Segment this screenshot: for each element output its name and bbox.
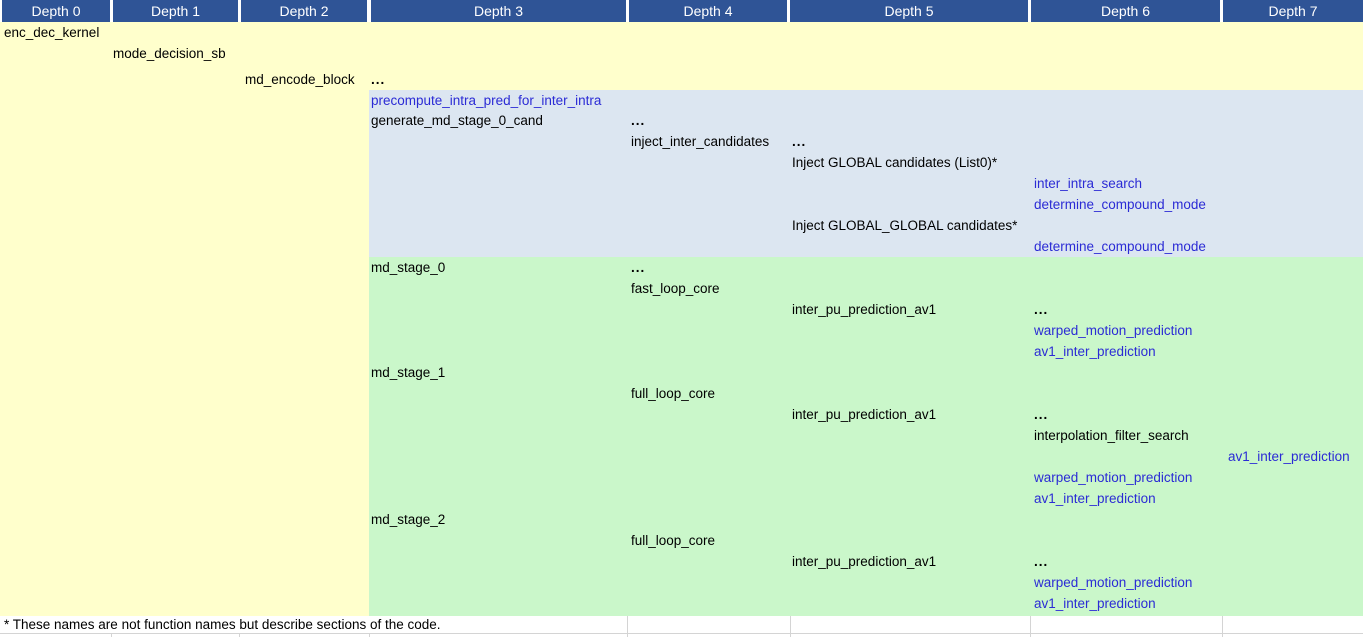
header-depth-6: Depth 6 — [1031, 0, 1220, 22]
function-cell: inter_pu_prediction_av1 — [792, 551, 936, 572]
function-cell: interpolation_filter_search — [1034, 425, 1189, 446]
function-cell: Inject GLOBAL_GLOBAL candidates* — [792, 215, 1017, 236]
ellipsis-cell: ... — [631, 110, 645, 131]
hyperlink-cell[interactable]: inter_intra_search — [1034, 173, 1142, 194]
hyperlink-cell[interactable]: av1_inter_prediction — [1228, 446, 1350, 467]
hyperlink-cell[interactable]: precompute_intra_pred_for_inter_intra — [371, 90, 601, 111]
function-cell: inter_pu_prediction_av1 — [792, 299, 936, 320]
function-cell: inject_inter_candidates — [631, 131, 769, 152]
ellipsis-cell: ... — [1034, 299, 1048, 320]
header-depth-1: Depth 1 — [113, 0, 238, 22]
ellipsis-cell: ... — [1034, 551, 1048, 572]
hyperlink-cell[interactable]: warped_motion_prediction — [1034, 572, 1192, 593]
header-depth-5: Depth 5 — [790, 0, 1028, 22]
header-depth-4: Depth 4 — [629, 0, 787, 22]
function-cell: md_encode_block — [245, 69, 355, 90]
function-cell: mode_decision_sb — [113, 43, 226, 64]
hyperlink-cell[interactable]: warped_motion_prediction — [1034, 320, 1192, 341]
function-cell: md_stage_0 — [371, 257, 445, 278]
grid-divider — [790, 616, 791, 633]
function-cell: md_stage_2 — [371, 509, 445, 530]
grid-divider — [627, 616, 628, 633]
function-cell: full_loop_core — [631, 383, 715, 404]
function-cell: generate_md_stage_0_cand — [371, 110, 543, 131]
function-cell: fast_loop_core — [631, 278, 720, 299]
ellipsis-cell: ... — [1034, 404, 1048, 425]
ellipsis-cell: ... — [371, 69, 385, 90]
ellipsis-cell: ... — [631, 257, 645, 278]
call-hierarchy-table: Depth 0Depth 1Depth 2Depth 3Depth 4Depth… — [0, 0, 1363, 637]
function-cell: enc_dec_kernel — [4, 22, 99, 43]
function-cell: md_stage_1 — [371, 362, 445, 383]
yellow-left-columns-bg — [0, 90, 369, 616]
hyperlink-cell[interactable]: av1_inter_prediction — [1034, 593, 1156, 614]
header-depth-7: Depth 7 — [1223, 0, 1363, 22]
function-cell: Inject GLOBAL candidates (List0)* — [792, 152, 997, 173]
header-depth-2: Depth 2 — [241, 0, 367, 22]
function-cell: inter_pu_prediction_av1 — [792, 404, 936, 425]
grid-divider — [0, 633, 1363, 634]
hyperlink-cell[interactable]: determine_compound_mode — [1034, 236, 1206, 257]
ellipsis-cell: ... — [792, 131, 806, 152]
header-depth-0: Depth 0 — [2, 0, 110, 22]
hyperlink-cell[interactable]: av1_inter_prediction — [1034, 488, 1156, 509]
header-depth-3: Depth 3 — [371, 0, 626, 22]
hyperlink-cell[interactable]: warped_motion_prediction — [1034, 467, 1192, 488]
grid-divider — [1222, 616, 1223, 633]
hyperlink-cell[interactable]: av1_inter_prediction — [1034, 341, 1156, 362]
hyperlink-cell[interactable]: determine_compound_mode — [1034, 194, 1206, 215]
function-cell: full_loop_core — [631, 530, 715, 551]
grid-divider — [1030, 616, 1031, 633]
footnote-text: * These names are not function names but… — [4, 616, 441, 633]
